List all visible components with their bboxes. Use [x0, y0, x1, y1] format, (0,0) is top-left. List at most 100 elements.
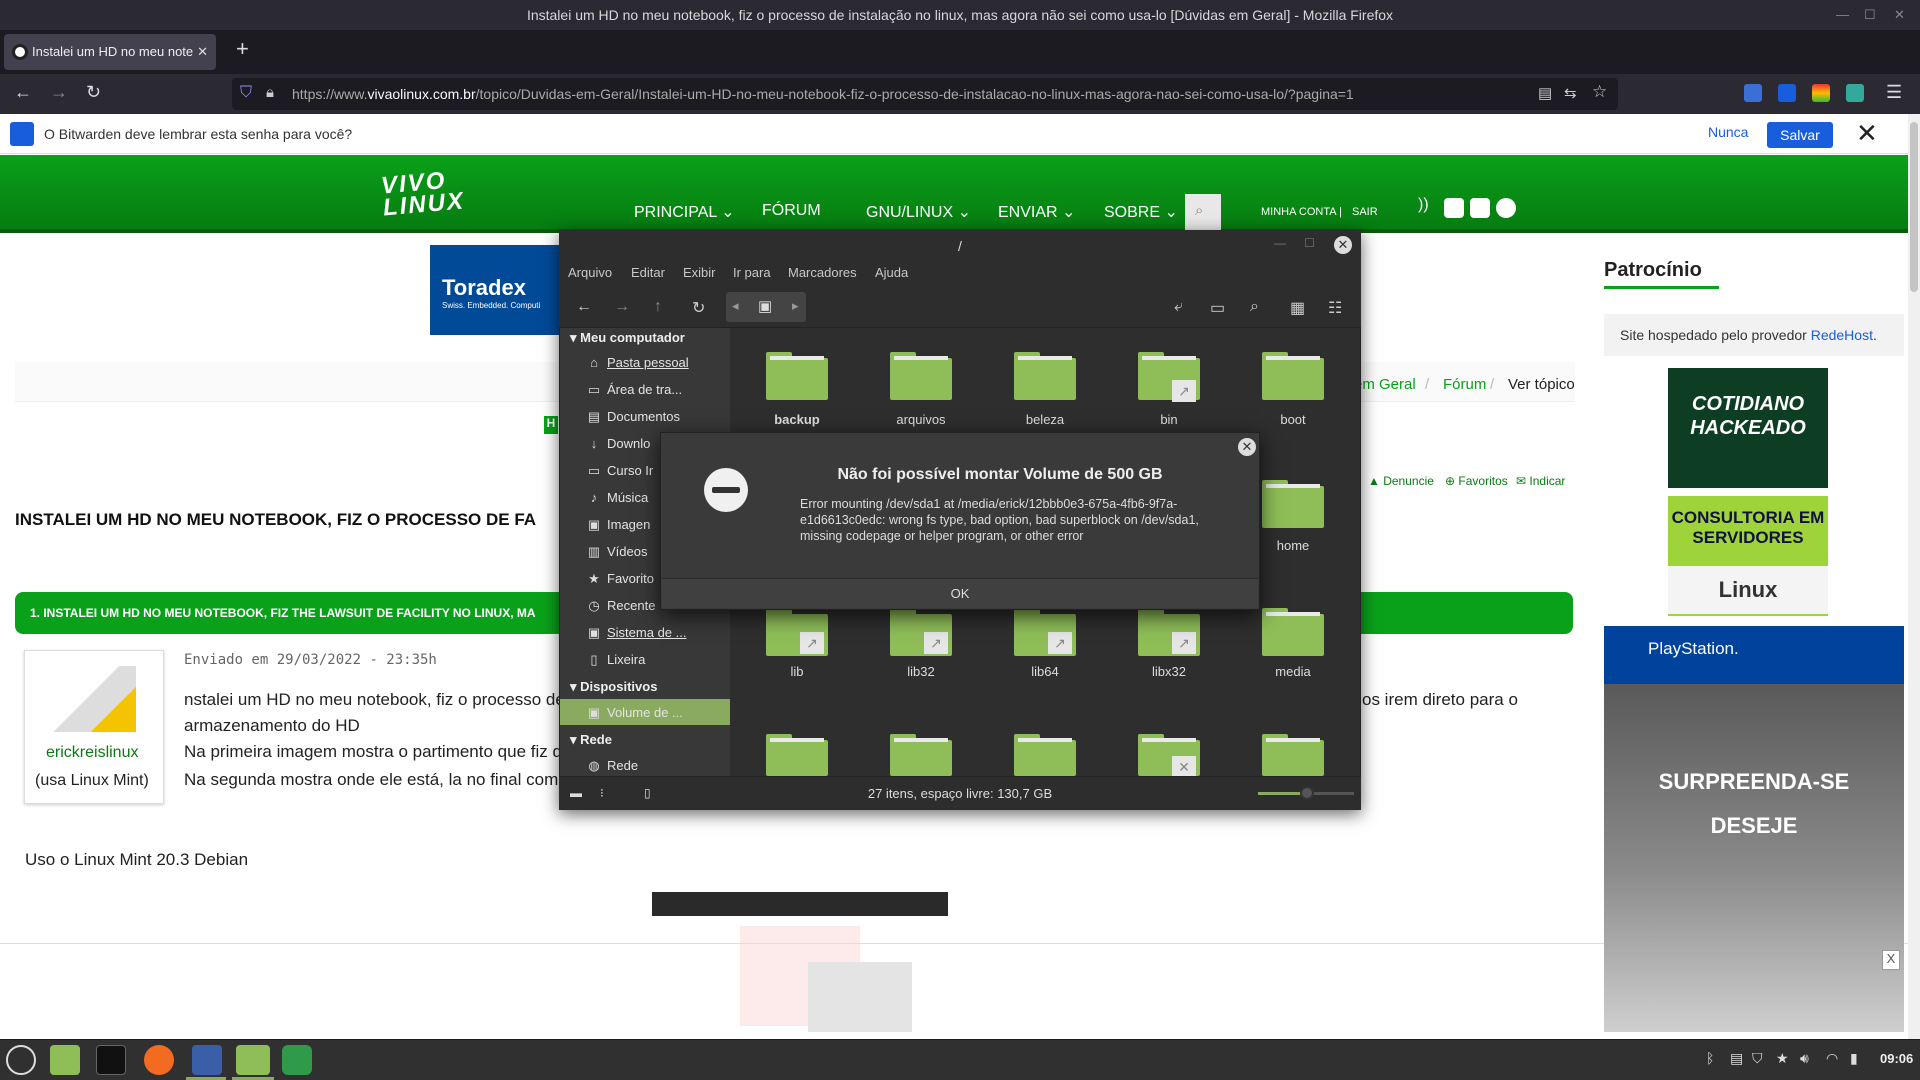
folder-icon[interactable]: [1262, 608, 1324, 656]
tracking-shield-icon[interactable]: ⛉: [240, 84, 252, 102]
terminal-launcher-icon[interactable]: [96, 1045, 126, 1075]
app-launcher-icon[interactable]: [192, 1045, 222, 1075]
telegram-icon[interactable]: [1496, 198, 1516, 218]
extension-puzzle-icon[interactable]: [1846, 84, 1864, 102]
twitter-icon[interactable]: [1470, 198, 1490, 218]
star-tray-icon[interactable]: ★: [1776, 1050, 1789, 1067]
fm-place-pictures[interactable]: ▣ Imagen: [587, 517, 651, 533]
folder-icon[interactable]: [1014, 352, 1076, 400]
fm-search-icon[interactable]: ⌕: [1250, 298, 1259, 316]
fm-place-curso[interactable]: ▭ Curso Ir: [587, 463, 653, 479]
folder-icon[interactable]: [890, 734, 952, 776]
author-name-link[interactable]: erickreislinux: [46, 744, 138, 762]
volume-icon[interactable]: 🔊︎: [1800, 1050, 1809, 1067]
ad-close-button[interactable]: X: [1882, 950, 1900, 970]
folder-label[interactable]: boot: [1238, 412, 1348, 427]
fm-place-documents[interactable]: ▤ Documentos: [587, 409, 680, 425]
fm-place-downloads[interactable]: ↓ Downlo: [587, 436, 651, 451]
files-launcher-icon[interactable]: [50, 1045, 80, 1075]
folder-icon[interactable]: [1262, 352, 1324, 400]
fm-forward-icon[interactable]: →: [614, 298, 630, 316]
site-search-button[interactable]: ⌕: [1185, 194, 1221, 230]
fm-back-icon[interactable]: ←: [576, 298, 592, 316]
new-tab-button[interactable]: +: [236, 36, 249, 62]
folder-label[interactable]: lib64: [990, 664, 1100, 679]
fm-path-right-icon[interactable]: ▸: [792, 298, 799, 314]
fm-icon-view-icon[interactable]: ▦: [1290, 298, 1305, 318]
scrollbar-thumb[interactable]: [1910, 122, 1918, 292]
never-button[interactable]: Nunca: [1708, 124, 1748, 140]
consultoria-ad[interactable]: CONSULTORIA EM SERVIDORES Linux: [1668, 496, 1828, 616]
fm-terminal-icon[interactable]: ▭: [1210, 298, 1225, 318]
fm-menu-ajuda[interactable]: Ajuda: [875, 265, 908, 280]
lock-icon[interactable]: 🔒︎: [266, 84, 274, 101]
breadcrumb-duvidas[interactable]: em Geral: [1354, 376, 1416, 393]
fm-list-view-icon[interactable]: ☷: [1328, 298, 1342, 318]
bitwarden-extension-icon[interactable]: [1778, 84, 1796, 102]
wifi-icon[interactable]: ◠: [1826, 1050, 1838, 1067]
fm-network-item[interactable]: ◍ Rede: [587, 758, 638, 774]
translate-extension-icon[interactable]: [1744, 84, 1762, 102]
folder-icon[interactable]: [1262, 480, 1324, 528]
reader-view-icon[interactable]: ▤: [1538, 84, 1552, 102]
forward-arrow-icon[interactable]: →: [50, 82, 68, 103]
fm-menu-marcadores[interactable]: Marcadores: [788, 265, 857, 280]
toradex-banner[interactable]: Toradex Swiss. Embedded. Computi: [430, 245, 560, 335]
menu-gnu-linux[interactable]: GNU/LINUX ⌄: [866, 202, 971, 222]
cotidiano-hackeado-ad[interactable]: COTIDIANO HACKEADO: [1668, 368, 1828, 488]
folder-icon[interactable]: [1014, 734, 1076, 776]
fm-menu-arquivo[interactable]: Arquivo: [568, 265, 612, 280]
fm-menu-exibir[interactable]: Exibir: [683, 265, 716, 280]
fm-path-bar[interactable]: ◂ ▣ ▸: [726, 292, 806, 322]
folder-icon[interactable]: [1262, 734, 1324, 776]
fm-path-left-icon[interactable]: ◂: [732, 298, 739, 314]
folder-label[interactable]: media: [1238, 664, 1348, 679]
close-window-button[interactable]: ✕: [1894, 0, 1905, 30]
fm-place-videos[interactable]: ▥ Vídeos: [587, 544, 648, 560]
shield-tray-icon[interactable]: ⛉: [1752, 1050, 1763, 1067]
back-arrow-icon[interactable]: ←: [14, 82, 32, 103]
breadcrumb-forum[interactable]: Fórum: [1443, 376, 1486, 393]
fm-section-devices[interactable]: ▾ Dispositivos: [570, 679, 657, 695]
menu-forum[interactable]: FÓRUM: [762, 202, 821, 220]
fm-section-my-computer[interactable]: ▾ Meu computador: [570, 330, 685, 346]
minimize-button[interactable]: —: [1836, 0, 1849, 30]
folder-label[interactable]: bin: [1114, 412, 1224, 427]
post-image-thumbnail[interactable]: [652, 892, 948, 916]
hamburger-menu-icon[interactable]: ☰: [1886, 82, 1902, 103]
folder-label[interactable]: backup: [742, 412, 852, 427]
folder-label[interactable]: lib32: [866, 664, 976, 679]
fm-close-button[interactable]: ✕: [1334, 236, 1352, 254]
folder-icon[interactable]: [766, 734, 828, 776]
maximize-button[interactable]: ☐: [1864, 0, 1876, 30]
bookmark-star-icon[interactable]: ☆: [1592, 82, 1607, 102]
share-link[interactable]: ✉ Indicar: [1516, 474, 1565, 488]
fm-zoom-slider-handle[interactable]: [1300, 786, 1314, 800]
fm-place-desktop[interactable]: ▭ Área de tra...: [587, 382, 682, 398]
fm-menu-editar[interactable]: Editar: [631, 265, 665, 280]
translate-icon[interactable]: ⇆: [1564, 84, 1577, 102]
fm-place-filesystem[interactable]: ▣ Sistema de ...: [587, 625, 687, 641]
bluetooth-icon[interactable]: ᛒ: [1706, 1050, 1714, 1066]
folder-icon[interactable]: [890, 352, 952, 400]
fm-reload-icon[interactable]: ↻: [692, 298, 705, 318]
menu-enviar[interactable]: ENVIAR ⌄: [998, 202, 1075, 222]
folder-label[interactable]: beleza: [990, 412, 1100, 427]
fm-menu-ir-para[interactable]: Ir para: [733, 265, 771, 280]
rss-icon[interactable]: )): [1418, 196, 1438, 216]
folder-label[interactable]: arquivos: [866, 412, 976, 427]
fm-tree-toggle-icon[interactable]: ⁝: [600, 786, 604, 800]
reload-icon[interactable]: ↻: [86, 82, 101, 103]
mint-menu-icon[interactable]: [6, 1045, 36, 1075]
fm-up-icon[interactable]: ↑: [654, 298, 662, 316]
fm-place-music[interactable]: ♪ Música: [587, 490, 648, 505]
fm-place-recent[interactable]: ◷ Recente: [587, 598, 655, 614]
dialog-ok-button[interactable]: OK: [662, 578, 1258, 608]
extension-icon[interactable]: [1812, 84, 1830, 102]
fm-minimize-button[interactable]: —: [1274, 236, 1286, 250]
fm-place-home[interactable]: ⌂ Pasta pessoal: [587, 355, 689, 370]
account-link[interactable]: MINHA CONTA |: [1261, 206, 1342, 218]
save-password-button[interactable]: Salvar: [1767, 122, 1833, 148]
post-image-preview[interactable]: [808, 962, 912, 1032]
fm-toggle-location-icon[interactable]: ⤶: [1174, 298, 1183, 316]
